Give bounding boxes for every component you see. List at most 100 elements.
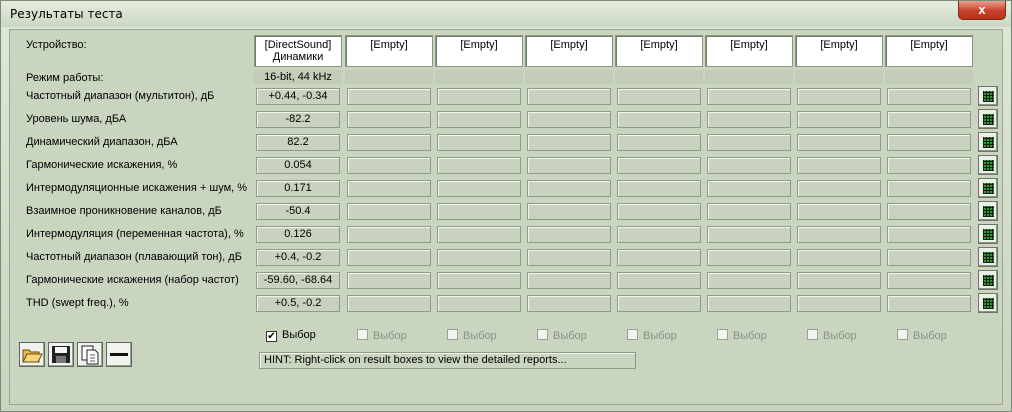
copy-button[interactable]	[77, 342, 103, 367]
result-box[interactable]	[887, 157, 971, 174]
result-box[interactable]	[797, 226, 881, 243]
result-box[interactable]	[347, 272, 431, 289]
result-box[interactable]	[887, 88, 971, 105]
result-box[interactable]	[617, 88, 701, 105]
result-box[interactable]	[527, 134, 611, 151]
save-button[interactable]	[48, 342, 74, 367]
result-box[interactable]	[707, 203, 791, 220]
result-box[interactable]	[437, 226, 521, 243]
result-box[interactable]	[617, 111, 701, 128]
result-box[interactable]	[707, 249, 791, 266]
result-box[interactable]	[347, 157, 431, 174]
result-box[interactable]	[797, 88, 881, 105]
result-box[interactable]	[437, 111, 521, 128]
result-box[interactable]: 82.2	[256, 134, 340, 151]
result-box[interactable]	[437, 249, 521, 266]
checkbox-box[interactable]	[627, 329, 638, 340]
select-checkbox[interactable]: Выбор	[537, 329, 587, 342]
result-box[interactable]: +0.4, -0.2	[256, 249, 340, 266]
result-box[interactable]	[527, 111, 611, 128]
result-box[interactable]	[347, 295, 431, 312]
result-box[interactable]	[707, 157, 791, 174]
device-header[interactable]: [DirectSound] Динамики	[254, 35, 342, 67]
result-box[interactable]	[707, 272, 791, 289]
result-box[interactable]	[617, 295, 701, 312]
result-box[interactable]	[527, 203, 611, 220]
result-box[interactable]	[887, 249, 971, 266]
result-box[interactable]	[797, 180, 881, 197]
checkbox-box[interactable]	[537, 329, 548, 340]
result-box[interactable]	[347, 134, 431, 151]
select-checkbox[interactable]: Выбор	[807, 329, 857, 342]
result-box[interactable]	[617, 272, 701, 289]
report-button[interactable]	[978, 109, 998, 129]
result-box[interactable]	[617, 157, 701, 174]
select-checkbox[interactable]: ✔ Выбор	[266, 329, 316, 342]
checkbox-box[interactable]: ✔	[266, 331, 277, 342]
checkbox-box[interactable]	[897, 329, 908, 340]
result-box[interactable]	[347, 88, 431, 105]
device-header[interactable]: [Empty]	[795, 35, 883, 67]
report-button[interactable]	[978, 270, 998, 290]
result-box[interactable]	[887, 295, 971, 312]
device-header[interactable]: [Empty]	[705, 35, 793, 67]
report-button[interactable]	[978, 132, 998, 152]
result-box[interactable]	[527, 226, 611, 243]
result-box[interactable]	[437, 295, 521, 312]
result-box[interactable]	[797, 111, 881, 128]
result-box[interactable]	[437, 88, 521, 105]
result-box[interactable]	[347, 226, 431, 243]
result-box[interactable]	[347, 249, 431, 266]
result-box[interactable]: -59.60, -68.64	[256, 272, 340, 289]
result-box[interactable]	[707, 111, 791, 128]
result-box[interactable]	[617, 134, 701, 151]
result-box[interactable]: 0.171	[256, 180, 340, 197]
result-box[interactable]: 0.126	[256, 226, 340, 243]
select-checkbox[interactable]: Выбор	[717, 329, 767, 342]
close-button[interactable]: x	[958, 1, 1006, 20]
result-box[interactable]	[887, 180, 971, 197]
result-box[interactable]	[617, 203, 701, 220]
report-button[interactable]	[978, 224, 998, 244]
result-box[interactable]	[797, 272, 881, 289]
result-box[interactable]	[437, 272, 521, 289]
device-header[interactable]: [Empty]	[345, 35, 433, 67]
result-box[interactable]	[437, 134, 521, 151]
result-box[interactable]	[527, 272, 611, 289]
result-box[interactable]	[797, 134, 881, 151]
result-box[interactable]	[887, 203, 971, 220]
report-button[interactable]	[978, 178, 998, 198]
result-box[interactable]	[887, 226, 971, 243]
result-box[interactable]	[887, 111, 971, 128]
result-box[interactable]	[797, 249, 881, 266]
result-box[interactable]	[797, 295, 881, 312]
select-checkbox[interactable]: Выбор	[447, 329, 497, 342]
report-button[interactable]	[978, 201, 998, 221]
result-box[interactable]	[707, 295, 791, 312]
device-header[interactable]: [Empty]	[615, 35, 703, 67]
result-box[interactable]	[887, 272, 971, 289]
result-box[interactable]	[707, 180, 791, 197]
report-button[interactable]	[978, 155, 998, 175]
select-checkbox[interactable]: Выбор	[897, 329, 947, 342]
result-box[interactable]	[707, 88, 791, 105]
result-box[interactable]: +0.44, -0.34	[256, 88, 340, 105]
result-box[interactable]	[527, 180, 611, 197]
result-box[interactable]	[437, 180, 521, 197]
device-header[interactable]: [Empty]	[885, 35, 973, 67]
checkbox-box[interactable]	[807, 329, 818, 340]
title-bar[interactable]: Результаты теста x	[1, 1, 1011, 27]
result-box[interactable]: +0.5, -0.2	[256, 295, 340, 312]
result-box[interactable]	[707, 134, 791, 151]
report-button[interactable]	[978, 293, 998, 313]
result-box[interactable]: -50.4	[256, 203, 340, 220]
result-box[interactable]	[437, 157, 521, 174]
result-box[interactable]	[527, 249, 611, 266]
result-box[interactable]	[797, 157, 881, 174]
result-box[interactable]	[617, 249, 701, 266]
result-box[interactable]	[347, 180, 431, 197]
result-box[interactable]	[347, 203, 431, 220]
result-box[interactable]	[617, 180, 701, 197]
checkbox-box[interactable]	[447, 329, 458, 340]
result-box[interactable]	[347, 111, 431, 128]
